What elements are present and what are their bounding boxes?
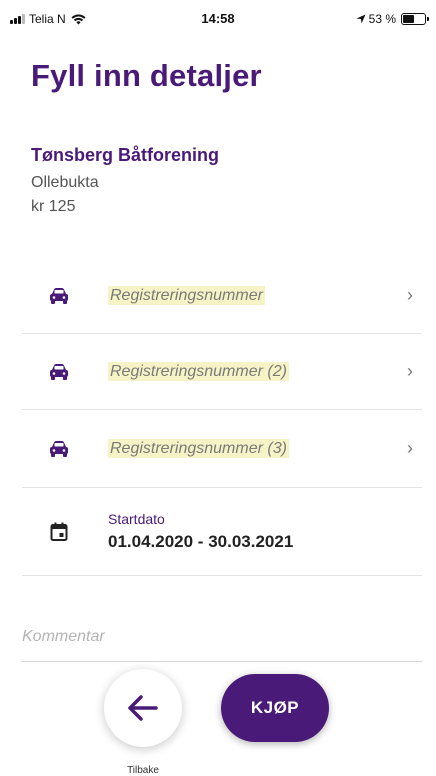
chevron-right-icon: › [407, 438, 413, 458]
registration-placeholder: Registreringsnummer (3) [108, 438, 289, 458]
car-icon [48, 438, 70, 460]
registration-placeholder: Registreringsnummer (2) [108, 361, 289, 381]
registration-row-2[interactable]: Registreringsnummer (2) › [22, 334, 422, 410]
page-title: Fyll inn detaljer [31, 58, 262, 93]
chevron-right-icon: › [407, 285, 413, 305]
car-icon [48, 361, 70, 383]
organization-location: Ollebukta [31, 174, 99, 191]
comment-input[interactable]: Kommentar [22, 620, 422, 662]
back-label: Tilbake [127, 765, 159, 776]
start-date-label: Startdato [108, 511, 165, 527]
calendar-icon [48, 521, 70, 543]
battery-icon [401, 13, 429, 25]
registration-row-3[interactable]: Registreringsnummer (3) › [22, 410, 422, 488]
registration-row-1[interactable]: Registreringsnummer › [22, 258, 422, 334]
status-bar: Telia N 14:58 53 % [0, 0, 436, 40]
organization-name: Tønsberg Båtforening [31, 145, 219, 165]
battery-fill [403, 15, 415, 23]
arrow-left-icon [128, 695, 158, 721]
status-bar-right: 53 % [356, 12, 429, 26]
organization-price: kr 125 [31, 198, 76, 215]
start-date-value: 01.04.2020 - 30.03.2021 [108, 532, 294, 551]
location-icon [356, 14, 366, 24]
start-date-row[interactable]: Startdato 01.04.2020 - 30.03.2021 [22, 488, 422, 576]
buy-button[interactable]: KJØP [221, 674, 329, 742]
car-icon [48, 285, 70, 307]
registration-placeholder: Registreringsnummer [108, 285, 265, 305]
back-button[interactable] [104, 669, 182, 747]
battery-percentage: 53 % [368, 12, 396, 26]
chevron-right-icon: › [407, 361, 413, 381]
